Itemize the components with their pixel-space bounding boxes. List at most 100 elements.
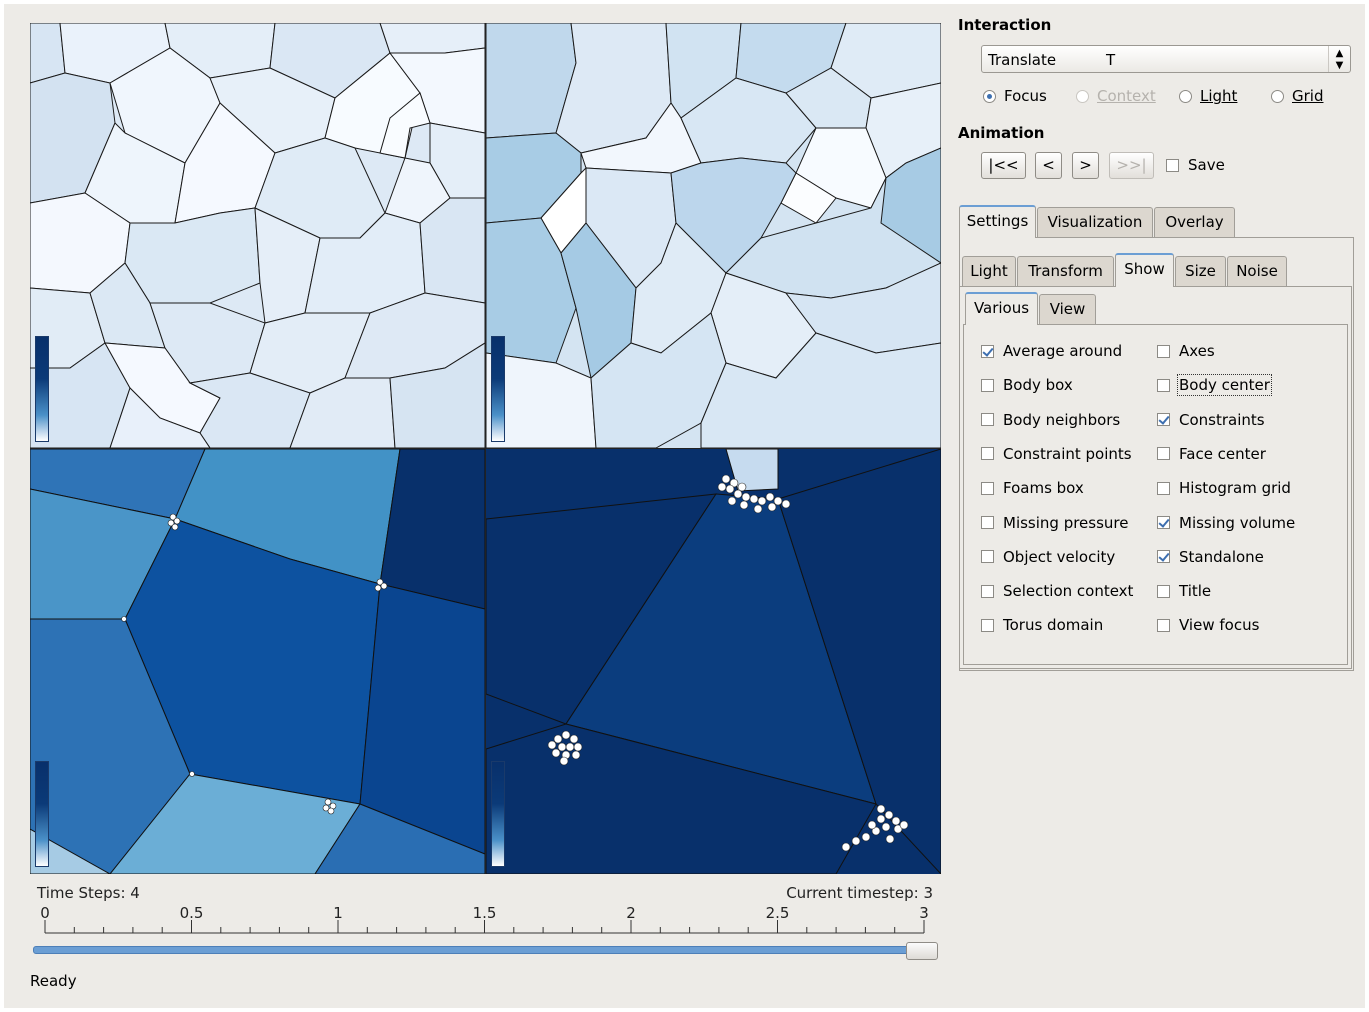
status-bar: Ready [30,972,77,990]
colorbar [491,761,505,867]
radio-light[interactable]: Light [1179,87,1237,105]
first-frame-button[interactable]: |<< [981,152,1026,179]
radio-indicator[interactable] [983,89,996,103]
radio-context[interactable]: Context [1076,87,1156,105]
checkbox-label: Axes [1179,342,1215,360]
checkbox-label: Missing volume [1179,513,1296,532]
radio-grid[interactable]: Grid [1271,87,1323,105]
last-frame-button[interactable]: >>| [1109,152,1154,179]
radio-indicator[interactable] [1271,89,1284,103]
checkbox-selection-context[interactable]: Selection context [981,582,1133,600]
radio-indicator[interactable] [1179,89,1192,103]
checkbox-box[interactable] [1157,516,1170,529]
interaction-mode-select[interactable]: Translate T ▲ ▼ [981,45,1351,73]
foam-cells-bottom-right [486,449,941,874]
checkbox-box[interactable] [1157,481,1170,495]
checkbox-label: Foams box [1003,479,1084,498]
foam-cells-top-left [30,23,485,448]
checkbox-axes[interactable]: Axes [1157,342,1215,360]
next-frame-button[interactable]: > [1072,152,1099,179]
tab-settings[interactable]: Settings [959,205,1036,238]
checkbox-average-around[interactable]: Average around [981,342,1122,360]
colorbar [35,336,49,442]
checkbox-box[interactable] [981,550,994,564]
timestep-slider[interactable] [33,946,938,954]
checkbox-body-neighbors[interactable]: Body neighbors [981,411,1120,429]
checkbox-missing-volume[interactable]: Missing volume [1157,514,1295,532]
checkbox-label: Histogram grid [1179,479,1291,498]
save-checkbox-box[interactable] [1166,158,1179,172]
viewport-top-right[interactable] [486,23,941,448]
checkbox-torus-domain[interactable]: Torus domain [981,616,1103,634]
checkbox-foams-box[interactable]: Foams box [981,479,1084,497]
save-checkbox[interactable]: Save [1166,156,1225,174]
checkbox-box[interactable] [1157,618,1170,632]
tab-light[interactable]: Light [962,256,1016,286]
animation-title: Animation [958,124,1045,142]
checkbox-box[interactable] [1157,344,1170,358]
checkbox-label: Face center [1179,444,1266,463]
checkbox-standalone[interactable]: Standalone [1157,548,1264,566]
checkbox-label: Title [1179,582,1212,601]
checkbox-box[interactable] [981,378,994,392]
colorbar [35,761,49,867]
colorbar [491,336,505,442]
tab-size[interactable]: Size [1175,256,1226,286]
prev-frame-button[interactable]: < [1035,152,1062,179]
checkbox-constraint-points[interactable]: Constraint points [981,445,1132,463]
tab-transform[interactable]: Transform [1017,256,1114,286]
viewport-top-left[interactable] [30,23,485,448]
checkbox-label: Object velocity [1003,547,1116,566]
checkbox-view-focus[interactable]: View focus [1157,616,1259,634]
checkbox-box[interactable] [981,481,994,495]
checkbox-face-center[interactable]: Face center [1157,445,1266,463]
checkbox-box[interactable] [981,447,994,461]
checkbox-box[interactable] [981,413,994,427]
tab-show[interactable]: Show [1115,253,1174,287]
checkbox-box[interactable] [981,618,994,632]
checkbox-box[interactable] [981,516,994,529]
checkbox-label: Constraints [1179,410,1265,429]
checkbox-label: View focus [1179,616,1260,635]
checkbox-box[interactable] [1157,378,1170,392]
viewport-bottom-left[interactable] [30,449,485,874]
checkbox-object-velocity[interactable]: Object velocity [981,548,1115,566]
radio-label: Context [1097,87,1156,105]
tab-visualization[interactable]: Visualization [1037,207,1153,237]
radio-focus[interactable]: Focus [983,87,1047,105]
interaction-title: Interaction [958,16,1052,34]
radio-label: Focus [1004,87,1047,105]
tab-view[interactable]: View [1039,294,1096,324]
tab-overlay[interactable]: Overlay [1154,207,1235,237]
checkbox-box[interactable] [1157,550,1170,564]
radio-indicator[interactable] [1076,89,1089,103]
checkbox-box[interactable] [981,584,994,598]
save-label: Save [1188,156,1225,174]
checkbox-box[interactable] [1157,584,1170,598]
checkbox-label: Standalone [1179,547,1264,566]
checkbox-missing-pressure[interactable]: Missing pressure [981,514,1129,532]
checkbox-body-center[interactable]: Body center [1157,374,1272,397]
checkbox-body-box[interactable]: Body box [981,376,1073,394]
timestep-slider-handle[interactable] [906,942,938,960]
checkbox-box[interactable] [981,344,994,358]
checkbox-label: Selection context [1003,582,1134,601]
tab-various[interactable]: Various [965,292,1038,325]
updown-arrows-icon: ▲ ▼ [1328,46,1350,72]
tick-marks [44,920,925,934]
viewport-grid[interactable] [30,23,941,874]
viewport-bottom-right[interactable] [486,449,941,874]
checkbox-constraints[interactable]: Constraints [1157,411,1265,429]
time-axis: Time Steps: 4 Current timestep: 3 0 0.5 1 1… [30,880,941,950]
checkbox-label: Body center [1177,374,1272,397]
tab-noise[interactable]: Noise [1227,256,1287,286]
checkbox-histogram-grid[interactable]: Histogram grid [1157,479,1291,497]
checkbox-box[interactable] [1157,447,1170,461]
radio-label: Grid [1292,87,1324,105]
checkbox-label: Average around [1003,342,1123,360]
checkbox-label: Body neighbors [1003,410,1121,429]
checkbox-box[interactable] [1157,413,1170,427]
checkbox-title[interactable]: Title [1157,582,1211,600]
checkbox-label: Body box [1003,376,1073,395]
foam-cells-bottom-left [30,449,485,874]
